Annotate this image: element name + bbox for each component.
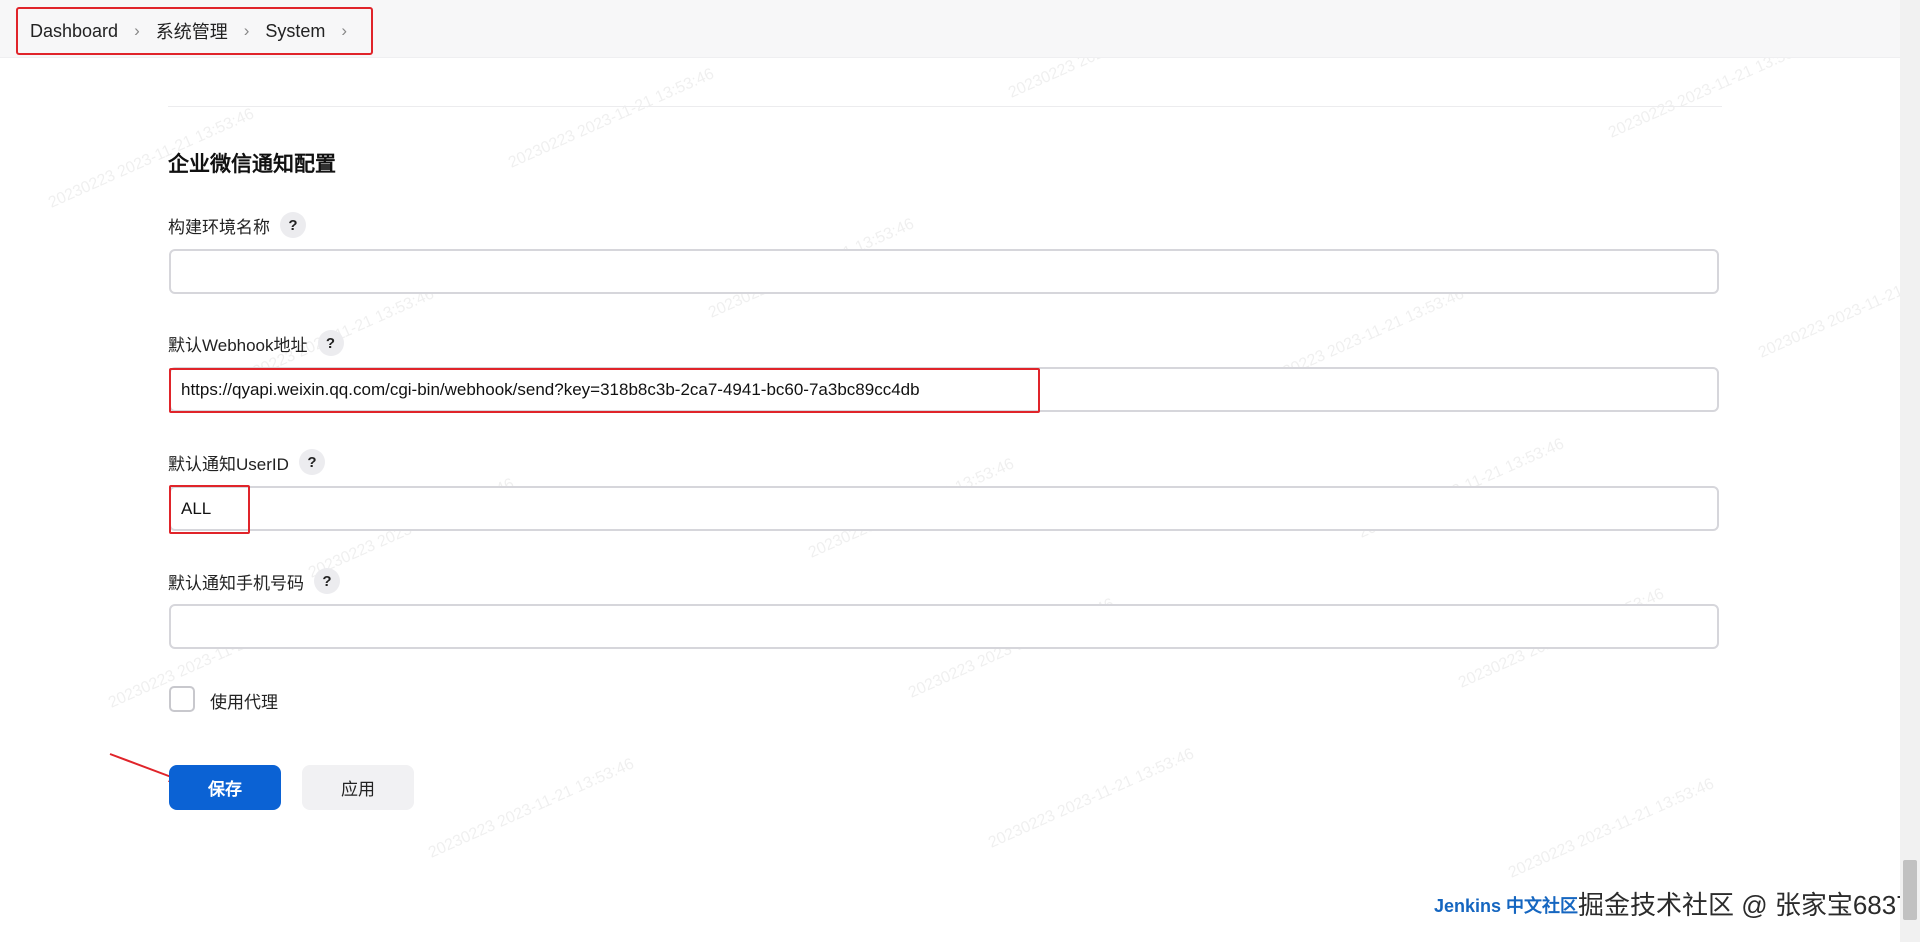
jenkins-community-link[interactable]: Jenkins 中文社区 bbox=[1434, 892, 1578, 918]
footer-watermark: 掘金技术社区 @ 张家宝6837 bbox=[1578, 890, 1911, 920]
default-webhook-input[interactable] bbox=[169, 367, 1719, 412]
chevron-right-icon: › bbox=[134, 21, 140, 40]
top-bar: Dashboard › 系统管理 › System › bbox=[0, 0, 1900, 58]
default-userid-input[interactable] bbox=[169, 486, 1719, 531]
breadcrumb-dashboard[interactable]: Dashboard bbox=[24, 21, 124, 42]
section-divider bbox=[168, 106, 1722, 107]
help-icon[interactable]: ? bbox=[317, 330, 344, 356]
default-webhook-label-text: 默认Webhook地址 bbox=[168, 335, 308, 355]
use-proxy-checkbox[interactable] bbox=[169, 686, 195, 712]
default-mobile-input[interactable] bbox=[169, 604, 1719, 649]
default-userid-label-text: 默认通知UserID bbox=[168, 454, 289, 474]
save-button[interactable]: 保存 bbox=[169, 765, 281, 810]
apply-button[interactable]: 应用 bbox=[302, 765, 414, 810]
breadcrumb-system-management[interactable]: 系统管理 bbox=[150, 18, 234, 44]
build-env-name-input[interactable] bbox=[169, 249, 1719, 294]
section-title: 企业微信通知配置 bbox=[168, 153, 336, 176]
breadcrumb: Dashboard › 系统管理 › System › bbox=[16, 7, 374, 55]
default-webhook-label: 默认Webhook地址 ? bbox=[168, 330, 344, 356]
help-icon[interactable]: ? bbox=[314, 568, 340, 594]
use-proxy-label: 使用代理 bbox=[210, 693, 278, 712]
help-icon[interactable]: ? bbox=[280, 212, 306, 238]
default-userid-label: 默认通知UserID ? bbox=[168, 449, 325, 475]
help-icon[interactable]: ? bbox=[298, 449, 325, 475]
scrollbar-thumb[interactable] bbox=[1903, 860, 1917, 920]
breadcrumb-system[interactable]: System bbox=[259, 21, 331, 42]
vertical-scrollbar[interactable] bbox=[1900, 0, 1920, 942]
default-mobile-label: 默认通知手机号码 ? bbox=[168, 568, 340, 594]
default-mobile-label-text: 默认通知手机号码 bbox=[168, 573, 304, 593]
build-env-name-label-text: 构建环境名称 bbox=[168, 217, 270, 237]
chevron-right-icon: › bbox=[243, 21, 250, 40]
build-env-name-label: 构建环境名称 ? bbox=[168, 212, 306, 238]
chevron-right-icon[interactable]: › bbox=[331, 21, 357, 41]
